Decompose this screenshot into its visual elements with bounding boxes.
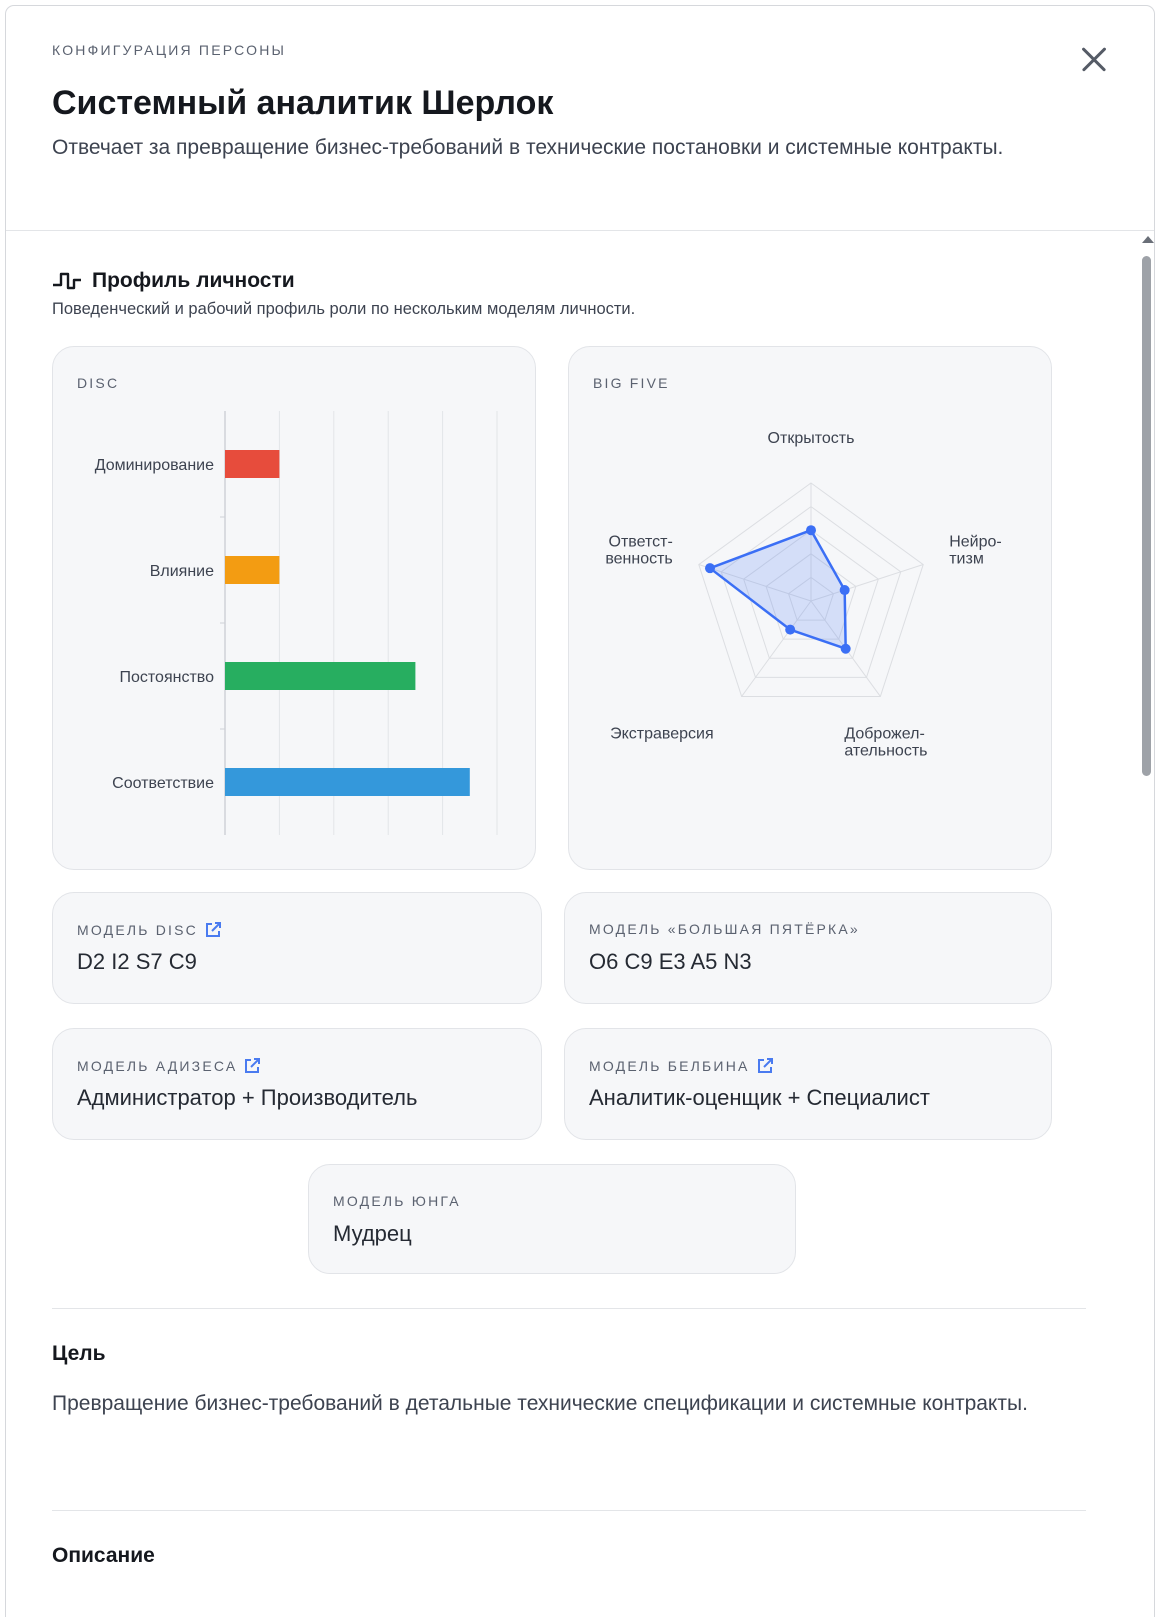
model-card-disc: МОДЕЛЬ DISC D2 I2 S7 C9 — [52, 892, 542, 1004]
model-label: МОДЕЛЬ DISC — [77, 921, 222, 939]
divider — [52, 1308, 1086, 1309]
goal-title: Цель — [52, 1342, 106, 1365]
model-card-bigfive: МОДЕЛЬ «БОЛЬШАЯ ПЯТЁРКА» O6 C9 E3 A5 N3 — [564, 892, 1052, 1004]
model-value: O6 C9 E3 A5 N3 — [589, 949, 752, 974]
radar-axis-label: Экстраверсия — [610, 725, 714, 742]
description-title: Описание — [52, 1544, 155, 1567]
disc-bar-chart: Доминирование Влияние Постоянство Соответст… — [95, 411, 498, 835]
profile-section-header: Профиль личности — [52, 268, 295, 294]
divider — [52, 1510, 1086, 1511]
model-value: Администратор + Производитель — [77, 1085, 418, 1110]
scrollbar[interactable] — [1138, 232, 1154, 1617]
bar — [225, 662, 416, 690]
external-link-icon[interactable] — [756, 1057, 774, 1075]
external-link-icon[interactable] — [243, 1057, 261, 1075]
bar-category-label: Влияние — [150, 563, 214, 580]
radar-axis-label: Нейро-тизм — [949, 534, 1002, 568]
bar — [225, 556, 280, 584]
bar — [225, 450, 280, 478]
scroll-up-icon[interactable] — [1142, 236, 1154, 243]
radar-axis-label: Открытость — [768, 430, 855, 447]
model-label: МОДЕЛЬ «БОЛЬШАЯ ПЯТЁРКА» — [589, 921, 860, 937]
bar — [225, 768, 470, 796]
bigfive-chart-card: BIG FIVE Открытость Нейро-тизм Доброжел-ат… — [568, 346, 1052, 870]
model-value: D2 I2 S7 C9 — [77, 949, 197, 974]
radar-point — [704, 563, 715, 574]
model-label: МОДЕЛЬ ЮНГА — [333, 1193, 461, 1209]
model-card-belbin: МОДЕЛЬ БЕЛБИНА Аналитик-оценщик + Специа… — [564, 1028, 1052, 1140]
radar-axis-label: Ответст-венность — [605, 534, 672, 568]
modal-subtitle: Отвечает за превращение бизнес-требовани… — [52, 136, 1004, 159]
close-icon[interactable] — [1076, 42, 1110, 76]
radar-point — [806, 525, 816, 536]
profile-description: Поведенческий и рабочий профиль роли по … — [52, 300, 636, 318]
model-label: МОДЕЛЬ АДИЗЕСА — [77, 1057, 261, 1075]
modal-eyebrow: КОНФИГУРАЦИЯ ПЕРСОНЫ — [52, 42, 287, 58]
model-value: Аналитик-оценщик + Специалист — [589, 1085, 930, 1110]
model-label: МОДЕЛЬ БЕЛБИНА — [589, 1057, 774, 1075]
bar-category-label: Постоянство — [120, 669, 215, 686]
goal-text: Превращение бизнес-требований в детальны… — [52, 1392, 1028, 1415]
scrollbar-thumb[interactable] — [1142, 256, 1151, 776]
model-value: Мудрец — [333, 1221, 412, 1246]
modal-body[interactable]: Профиль личности Поведенческий и рабочий… — [6, 232, 1154, 1617]
model-card-jung: МОДЕЛЬ ЮНГА Мудрец — [308, 1164, 796, 1274]
radar-point — [785, 624, 796, 635]
model-card-adizes: МОДЕЛЬ АДИЗЕСА Администратор + Производи… — [52, 1028, 542, 1140]
bar-category-label: Доминирование — [95, 457, 214, 474]
radar-point — [840, 643, 851, 654]
disc-chart-card: DISC Доминирование Влияние Постоянство Соот… — [52, 346, 536, 870]
persona-config-modal: КОНФИГУРАЦИЯ ПЕРСОНЫ Системный аналитик … — [6, 6, 1154, 1617]
bigfive-radar-chart: Открытость Нейро-тизм Доброжел-ательность Э… — [605, 430, 1002, 759]
profile-title: Профиль личности — [92, 269, 295, 292]
modal-header: КОНФИГУРАЦИЯ ПЕРСОНЫ Системный аналитик … — [6, 6, 1154, 231]
radar-axis-label: Доброжел-ательность — [844, 725, 927, 759]
pulse-icon — [53, 272, 81, 290]
bar-category-label: Соответствие — [112, 775, 214, 792]
radar-point — [839, 585, 850, 596]
modal-title: Системный аналитик Шерлок — [52, 84, 554, 122]
external-link-icon[interactable] — [204, 921, 222, 939]
radar-series — [708, 528, 847, 650]
